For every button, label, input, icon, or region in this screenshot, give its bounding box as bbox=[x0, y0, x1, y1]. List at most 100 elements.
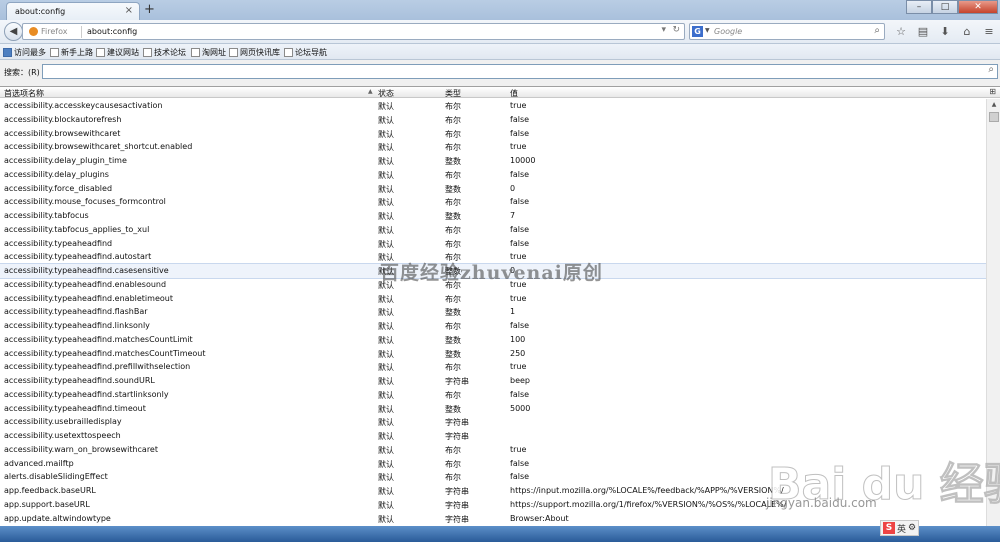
table-row[interactable]: accessibility.usebrailledisplay 默认 字符串 bbox=[0, 415, 986, 429]
google-engine-icon[interactable]: G bbox=[692, 26, 703, 37]
window-controls: – □ ✕ bbox=[906, 0, 998, 14]
minimize-button[interactable]: – bbox=[906, 0, 932, 14]
cell-name: accessibility.typeaheadfind.startlinkson… bbox=[4, 389, 169, 399]
table-row[interactable]: accessibility.typeaheadfind 默认 布尔 false bbox=[0, 237, 986, 251]
url-bar[interactable]: Firefox about:config ▾ ↻ bbox=[22, 23, 685, 40]
table-row[interactable]: app.update.altwindowtype 默认 字符串 Browser:Abo… bbox=[0, 512, 986, 526]
cell-name: accessibility.typeaheadfind.soundURL bbox=[4, 376, 155, 385]
tab-about-config[interactable]: about:config × bbox=[6, 2, 140, 20]
ime-language[interactable]: 英 bbox=[897, 522, 906, 535]
ime-toolbar[interactable]: S 英 ⚙ bbox=[880, 520, 920, 536]
cell-status: 默认 bbox=[378, 102, 394, 111]
bookmark-item[interactable]: 网页快讯库 bbox=[229, 47, 280, 58]
table-row[interactable]: accessibility.force_disabled 默认 整数 0 bbox=[0, 182, 986, 196]
cell-type: 字符串 bbox=[445, 500, 469, 510]
table-row[interactable]: accessibility.typeaheadfind.enabletimeou… bbox=[0, 292, 986, 306]
column-picker-icon[interactable]: ⊞ bbox=[989, 87, 996, 96]
cell-type: 布尔 bbox=[445, 198, 461, 208]
table-row[interactable]: accessibility.accesskeycausesactivation 默… bbox=[0, 99, 986, 113]
cell-name: accessibility.force_disabled bbox=[4, 183, 113, 193]
table-row[interactable]: accessibility.typeaheadfind.prefillwiths… bbox=[0, 360, 986, 374]
bookmark-item[interactable]: 技术论坛 bbox=[143, 47, 186, 58]
table-row[interactable]: accessibility.usetexttospeech 默认 字符串 bbox=[0, 429, 986, 443]
cell-name: accessibility.typeaheadfind.enabletimeou… bbox=[4, 293, 173, 303]
bookmark-item[interactable]: 论坛导航 bbox=[284, 47, 327, 58]
scroll-thumb[interactable] bbox=[989, 112, 999, 122]
dropdown-icon[interactable]: ▾ bbox=[661, 25, 666, 35]
back-button[interactable]: ◀ bbox=[4, 22, 23, 41]
table-row[interactable]: accessibility.typeaheadfind.flashBar 默认 整数… bbox=[0, 305, 986, 319]
cell-type: 布尔 bbox=[445, 390, 461, 400]
table-row[interactable]: accessibility.tabfocus_applies_to_xul 默认 布… bbox=[0, 223, 986, 237]
search-placeholder[interactable]: Google bbox=[714, 27, 742, 36]
cell-name: accessibility.typeaheadfind.linksonly bbox=[4, 321, 150, 330]
table-row[interactable]: accessibility.blockautorefresh 默认 布尔 false bbox=[0, 113, 986, 127]
bookmark-item[interactable]: 建议网站 bbox=[96, 47, 139, 58]
cell-status: 默认 bbox=[378, 459, 394, 469]
close-tab-icon[interactable]: × bbox=[125, 5, 133, 16]
cell-value: https://support.mozilla.org/1/firefox/%V… bbox=[510, 499, 787, 509]
home-icon[interactable]: ⌂ bbox=[956, 24, 978, 39]
table-row[interactable]: accessibility.mouse_focuses_formcontrol 默… bbox=[0, 195, 986, 209]
download-icon[interactable]: ⬇ bbox=[934, 24, 956, 39]
scroll-up-icon[interactable]: ▲ bbox=[988, 99, 1000, 111]
page-icon bbox=[50, 48, 59, 57]
cell-status: 默认 bbox=[378, 157, 394, 166]
filter-input[interactable]: ⌕ bbox=[42, 64, 998, 79]
column-header-status[interactable]: 状态 bbox=[378, 88, 394, 99]
maximize-button[interactable]: □ bbox=[932, 0, 958, 14]
menu-icon[interactable]: ≡ bbox=[978, 24, 1000, 39]
column-header-name[interactable]: 首选项名称 bbox=[4, 88, 44, 99]
table-row[interactable]: accessibility.delay_plugins 默认 布尔 false bbox=[0, 168, 986, 182]
cell-value: true bbox=[510, 444, 527, 454]
bookmarks-toolbar: 访问最多 新手上路 建议网站 技术论坛 淘网址 网页快讯库 论坛导航 bbox=[0, 44, 1000, 60]
table-row[interactable]: accessibility.tabfocus 默认 整数 7 bbox=[0, 209, 986, 223]
bookmark-item[interactable]: 淘网址 bbox=[191, 47, 226, 58]
page-icon bbox=[96, 48, 105, 57]
table-row[interactable]: accessibility.typeaheadfind.soundURL 默认 字符… bbox=[0, 374, 986, 388]
table-row[interactable]: accessibility.browsewithcaret 默认 布尔 false bbox=[0, 127, 986, 141]
table-row[interactable]: accessibility.typeaheadfind.timeout 默认 整数 5… bbox=[0, 402, 986, 416]
search-icon[interactable]: ⌕ bbox=[874, 25, 880, 36]
cell-value: 250 bbox=[510, 348, 526, 358]
column-header-value[interactable]: 值 bbox=[510, 88, 518, 99]
search-icon[interactable]: ⌕ bbox=[988, 64, 994, 75]
cell-status: 默认 bbox=[378, 445, 394, 455]
table-row[interactable]: accessibility.typeaheadfind.matchesCount… bbox=[0, 333, 986, 347]
cell-value: false bbox=[510, 238, 530, 248]
url-text[interactable]: about:config bbox=[87, 27, 137, 36]
bookmark-item[interactable]: 新手上路 bbox=[50, 47, 93, 58]
column-header-type[interactable]: 类型 bbox=[445, 88, 461, 99]
cell-value: 5000 bbox=[510, 403, 531, 413]
cell-type: 布尔 bbox=[445, 102, 461, 111]
table-row[interactable]: accessibility.typeaheadfind.startlinkson… bbox=[0, 388, 986, 402]
table-row[interactable]: accessibility.typeaheadfind.linksonly 默认 布… bbox=[0, 319, 986, 333]
search-bar[interactable]: G ▼ Google ⌕ bbox=[689, 23, 885, 40]
close-window-button[interactable]: ✕ bbox=[958, 0, 998, 14]
cell-name: accessibility.browsewithcaret bbox=[4, 128, 121, 138]
cell-status: 默认 bbox=[378, 294, 394, 304]
cell-value: Browser:About bbox=[510, 513, 569, 523]
table-row[interactable]: accessibility.browsewithcaret_shortcut.e… bbox=[0, 140, 986, 154]
identity-label[interactable]: Firefox bbox=[41, 27, 67, 36]
ime-settings-icon[interactable]: ⚙ bbox=[908, 523, 916, 533]
reload-icon[interactable]: ↻ bbox=[672, 25, 680, 35]
cell-name: alerts.disableSlidingEffect bbox=[4, 472, 108, 482]
bookmark-item[interactable]: 访问最多 bbox=[3, 47, 46, 58]
cell-status: 默认 bbox=[378, 500, 394, 510]
cell-type: 字符串 bbox=[445, 377, 469, 386]
sogou-icon[interactable]: S bbox=[883, 522, 895, 534]
back-arrow-icon: ◀ bbox=[9, 26, 18, 37]
cell-type: 整数 bbox=[445, 404, 461, 414]
clipboard-icon[interactable]: ▤ bbox=[912, 24, 934, 39]
new-tab-button[interactable]: + bbox=[144, 2, 155, 17]
table-row[interactable]: accessibility.delay_plugin_time 默认 整数 10000 bbox=[0, 154, 986, 168]
cell-value: https://input.mozilla.org/%LOCALE%/feedb… bbox=[510, 486, 784, 495]
cell-value: false bbox=[510, 321, 530, 330]
cell-type: 整数 bbox=[445, 308, 461, 318]
engine-dropdown-icon[interactable]: ▼ bbox=[705, 27, 710, 34]
table-row[interactable]: accessibility.typeaheadfind.matchesCount… bbox=[0, 347, 986, 361]
cell-type: 布尔 bbox=[445, 143, 461, 153]
cell-status: 默认 bbox=[378, 212, 394, 221]
star-icon[interactable]: ☆ bbox=[890, 24, 912, 39]
